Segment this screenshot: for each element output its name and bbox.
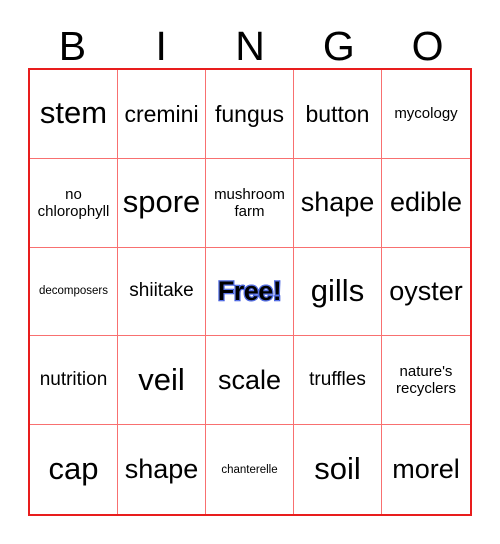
- bingo-cell-i5[interactable]: shape: [118, 425, 206, 514]
- bingo-cell-g4[interactable]: truffles: [294, 336, 382, 426]
- bingo-cell-label: shiitake: [129, 280, 194, 302]
- bingo-cell-i4[interactable]: veil: [118, 336, 206, 426]
- header-letter-n: N: [235, 23, 265, 69]
- bingo-cell-n4[interactable]: scale: [206, 336, 294, 426]
- bingo-cell-o1[interactable]: mycology: [382, 70, 470, 159]
- bingo-cell-label: shape: [300, 187, 375, 218]
- bingo-cell-o3[interactable]: oyster: [382, 247, 470, 337]
- free-space-label: Free!: [217, 276, 283, 307]
- header-letter-b: B: [58, 23, 87, 69]
- bingo-cell-label: decomposers: [38, 285, 109, 298]
- bingo-header-row: B I N G O: [28, 18, 472, 68]
- bingo-cell-g1[interactable]: button: [294, 70, 382, 159]
- bingo-cell-label: oyster: [389, 276, 463, 307]
- bingo-cell-b4[interactable]: nutrition: [30, 336, 118, 426]
- bingo-cell-label: scale: [217, 364, 282, 395]
- bingo-cell-g2[interactable]: shape: [294, 158, 382, 248]
- bingo-cell-label: no chlorophyll: [37, 185, 110, 220]
- bingo-cell-g3[interactable]: gills: [294, 247, 382, 337]
- bingo-cell-b1[interactable]: stem: [30, 70, 118, 159]
- bingo-cell-i1[interactable]: cremini: [118, 70, 206, 159]
- bingo-cell-label: mycology: [394, 104, 458, 122]
- bingo-cell-label: spore: [122, 184, 201, 220]
- bingo-cell-label: gills: [310, 273, 365, 309]
- bingo-cell-label: morel: [392, 454, 460, 485]
- bingo-cell-label: mushroom farm: [214, 185, 285, 220]
- bingo-cell-i2[interactable]: spore: [118, 158, 206, 248]
- bingo-cell-o4[interactable]: nature's recyclers: [382, 336, 470, 426]
- bingo-cell-g5[interactable]: soil: [294, 425, 382, 514]
- bingo-cell-label: veil: [138, 361, 185, 397]
- bingo-cell-label: cap: [48, 451, 99, 487]
- bingo-cell-label: fungus: [214, 100, 285, 127]
- bingo-cell-label: edible: [389, 187, 463, 218]
- bingo-cell-label: cremini: [124, 100, 199, 127]
- bingo-cell-o5[interactable]: morel: [382, 425, 470, 514]
- bingo-cell-label: truffles: [309, 369, 366, 391]
- bingo-cell-label: soil: [314, 451, 361, 487]
- bingo-cell-label: shape: [124, 454, 199, 485]
- header-letter-g: G: [322, 23, 355, 69]
- bingo-cell-b2[interactable]: no chlorophyll: [30, 158, 118, 248]
- bingo-cell-b5[interactable]: cap: [30, 425, 118, 514]
- bingo-cell-label: chanterelle: [221, 463, 278, 476]
- bingo-cell-n2[interactable]: mushroom farm: [206, 158, 294, 248]
- bingo-cell-i3[interactable]: shiitake: [118, 247, 206, 337]
- header-letter-i: I: [155, 23, 167, 69]
- bingo-cell-o2[interactable]: edible: [382, 158, 470, 248]
- bingo-card: B I N G O stem cremini fungus button myc…: [0, 0, 500, 544]
- bingo-cell-label: nutrition: [39, 369, 108, 391]
- bingo-grid: stem cremini fungus button mycology no c…: [28, 68, 472, 516]
- bingo-cell-n5[interactable]: chanterelle: [206, 425, 294, 514]
- bingo-cell-label: stem: [39, 95, 108, 131]
- bingo-cell-label: button: [305, 100, 370, 127]
- bingo-cell-label: nature's recyclers: [395, 363, 456, 398]
- bingo-cell-n1[interactable]: fungus: [206, 70, 294, 159]
- header-letter-o: O: [411, 23, 444, 69]
- bingo-cell-b3[interactable]: decomposers: [30, 247, 118, 337]
- bingo-cell-free-space[interactable]: Free!: [206, 247, 294, 337]
